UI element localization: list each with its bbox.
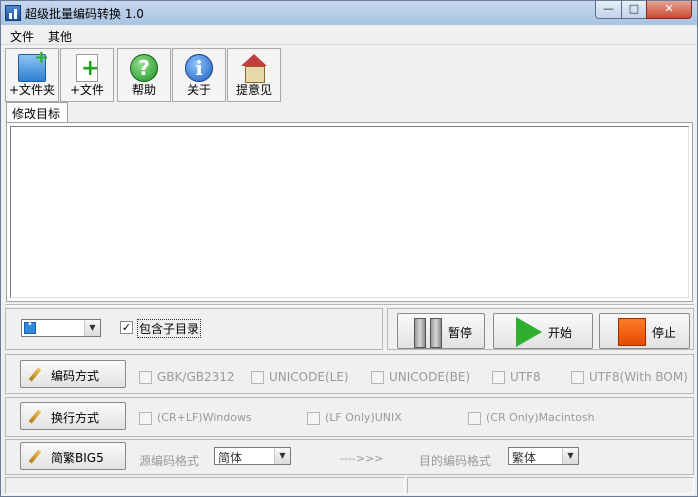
stop-label: 停止 — [652, 326, 677, 340]
encoding-utf8-label: UTF8 — [510, 370, 541, 384]
tab-panel — [6, 122, 693, 302]
encoding-gbk-checkbox[interactable] — [139, 371, 152, 384]
play-icon — [516, 317, 542, 347]
convert-button[interactable]: 简繁BIG5 — [20, 442, 126, 470]
close-button[interactable]: ✕ — [646, 1, 692, 19]
status-pane-left — [5, 477, 405, 494]
add-folder-button[interactable]: +文件夹 — [5, 47, 59, 102]
newline-lf-checkbox[interactable] — [307, 412, 320, 425]
encoding-utf8-bom-checkbox[interactable] — [571, 371, 584, 384]
maximize-button[interactable]: □ — [621, 1, 647, 19]
chevron-down-icon: ▼ — [274, 448, 290, 464]
about-button[interactable]: i 关于 — [172, 48, 226, 102]
pause-icon — [414, 318, 442, 348]
status-pane-right — [407, 477, 694, 494]
encoding-utf8-checkbox[interactable] — [492, 371, 505, 384]
feedback-label: 提意见 — [235, 83, 272, 97]
action-group: 暂停 开始 停止 — [387, 308, 694, 350]
convert-arrow: ---->>> — [340, 452, 384, 465]
include-subdirs-label[interactable]: 包含子目录 — [136, 319, 202, 338]
encoding-button[interactable]: 编码方式 — [20, 360, 126, 388]
chevron-down-icon: ▼ — [84, 320, 100, 336]
filter-color-chip — [24, 319, 36, 334]
encoding-unicode-le-checkbox[interactable] — [251, 371, 264, 384]
divider — [5, 304, 694, 306]
help-button[interactable]: ? 帮助 — [117, 48, 171, 102]
encoding-unicode-le-label: UNICODE(LE) — [269, 370, 349, 384]
add-folder-label: +文件夹 — [8, 83, 56, 97]
start-label: 开始 — [548, 326, 573, 340]
include-subdirs-checkbox[interactable]: ✓ — [120, 321, 133, 334]
filter-group: ▼ ✓ 包含子目录 — [5, 308, 383, 350]
stop-icon — [618, 318, 646, 346]
pencil-icon — [28, 367, 42, 382]
title-bar[interactable]: 超级批量编码转换 1.0 — □ ✕ — [1, 1, 697, 25]
encoding-gbk-label: GBK/GB2312 — [157, 370, 235, 384]
add-folder-icon — [18, 47, 49, 82]
status-bar — [5, 477, 694, 494]
house-icon — [240, 54, 268, 83]
menu-other[interactable]: 其他 — [48, 28, 72, 45]
encoding-unicode-be-checkbox[interactable] — [371, 371, 384, 384]
minimize-button[interactable]: — — [595, 1, 622, 19]
menu-file[interactable]: 文件 — [10, 28, 34, 45]
encoding-button-label: 编码方式 — [51, 369, 100, 383]
info-icon: i — [185, 54, 213, 82]
newline-cr-checkbox[interactable] — [468, 412, 481, 425]
pause-label: 暂停 — [448, 326, 473, 340]
encoding-unicode-be-label: UNICODE(BE) — [389, 370, 471, 384]
chevron-down-icon: ▼ — [562, 448, 578, 464]
convert-button-label: 简繁BIG5 — [51, 451, 104, 465]
target-file-list[interactable] — [10, 126, 689, 298]
main-window: 超级批量编码转换 1.0 — □ ✕ 文件 其他 +文件夹 +文件 ? 帮助 i… — [0, 0, 698, 497]
stop-button[interactable]: 停止 — [599, 313, 690, 349]
start-button[interactable]: 开始 — [493, 313, 593, 349]
target-encoding-value: 繁体 — [512, 451, 537, 465]
toolbar: +文件夹 +文件 ? 帮助 i 关于 提意见 — [1, 46, 697, 102]
window-title: 超级批量编码转换 1.0 — [25, 7, 144, 21]
encoding-utf8-bom-label: UTF8(With BOM) — [589, 370, 688, 384]
newline-button[interactable]: 换行方式 — [20, 402, 126, 430]
newline-crlf-label: (CR+LF)Windows — [157, 411, 252, 424]
pause-button[interactable]: 暂停 — [397, 313, 485, 349]
help-label: 帮助 — [131, 83, 156, 97]
add-file-icon — [76, 54, 99, 82]
source-encoding-value: 简体 — [218, 451, 243, 465]
add-file-label: +文件 — [69, 83, 105, 97]
feedback-button[interactable]: 提意见 — [227, 48, 281, 102]
newline-cr-label: (CR Only)Macintosh — [486, 411, 595, 424]
target-encoding-label: 目的编码格式 — [419, 454, 492, 468]
add-file-button[interactable]: +文件 — [60, 48, 114, 102]
target-encoding-select[interactable]: 繁体 ▼ — [508, 447, 579, 465]
newline-crlf-checkbox[interactable] — [139, 412, 152, 425]
menu-bar: 文件 其他 — [1, 25, 697, 45]
newline-lf-label: (LF Only)UNIX — [325, 411, 402, 424]
source-encoding-select[interactable]: 简体 ▼ — [214, 447, 291, 465]
app-icon — [5, 5, 21, 21]
tab-modify-target[interactable]: 修改目标 — [6, 102, 68, 123]
filter-combo[interactable]: ▼ — [21, 319, 101, 337]
pencil-icon — [28, 409, 42, 424]
help-icon: ? — [130, 54, 158, 82]
pencil-icon — [28, 449, 42, 464]
newline-button-label: 换行方式 — [51, 411, 100, 425]
source-encoding-label: 源编码格式 — [139, 454, 200, 468]
about-label: 关于 — [186, 83, 211, 97]
